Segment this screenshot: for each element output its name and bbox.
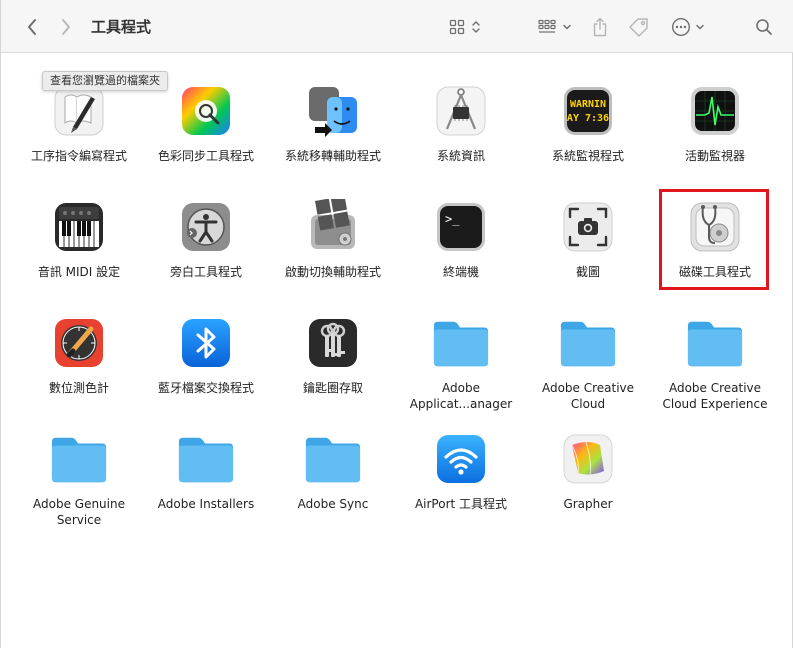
- list-item[interactable]: AirPort 工具程式: [397, 430, 525, 512]
- list-item[interactable]: 音訊 MIDI 設定: [15, 198, 143, 280]
- list-item[interactable]: WARNIN AY 7:36 系統監視程式: [524, 82, 652, 164]
- folder-icon: [432, 314, 490, 372]
- colorsync-icon: [177, 82, 235, 140]
- forward-button[interactable]: [55, 14, 77, 40]
- list-item[interactable]: 啟動切換輔助程式: [269, 198, 397, 280]
- item-label: 系統資訊: [436, 149, 485, 163]
- item-label: Adobe Installers: [157, 497, 255, 511]
- list-item[interactable]: 色彩同步工具程式: [142, 82, 270, 164]
- svg-text:WARNIN: WARNIN: [570, 99, 606, 110]
- list-item[interactable]: 系統資訊: [397, 82, 525, 164]
- toolbar: 工具程式: [1, 0, 793, 53]
- list-item[interactable]: Adobe Installers: [142, 430, 270, 512]
- digital-color-meter-icon: [50, 314, 108, 372]
- item-label: 系統監視程式: [551, 149, 624, 163]
- item-label: AirPort 工具程式: [414, 497, 508, 511]
- list-item[interactable]: Adobe Creative Cloud Experience: [651, 314, 779, 412]
- grid-view-icon: [449, 19, 465, 35]
- keychain-access-icon: [304, 314, 362, 372]
- file-grid: 查看您瀏覽過的檔案夾 工序指令編寫程式 色彩同步工具程式 系統移轉輔助程式 系統…: [2, 54, 793, 648]
- item-label: Grapher: [563, 497, 613, 511]
- item-label: 色彩同步工具程式: [157, 149, 254, 163]
- folder-icon: [50, 430, 108, 488]
- finder-window: 工具程式 查看您瀏覽過的檔案夾 工序指令編寫程式 色彩同步工具程式 系統移轉輔助…: [0, 0, 793, 648]
- list-item[interactable]: >_ 終端機: [397, 198, 525, 280]
- chevron-left-icon: [28, 19, 36, 35]
- migration-assistant-icon: [304, 82, 362, 140]
- list-item[interactable]: 旁白工具程式: [142, 198, 270, 280]
- item-label: Adobe Creative Cloud Experience: [662, 381, 768, 411]
- item-label: 旁白工具程式: [169, 265, 242, 279]
- list-item[interactable]: Grapher: [524, 430, 652, 512]
- airport-utility-icon: [432, 430, 490, 488]
- share-button[interactable]: [589, 14, 611, 40]
- tag-icon: [629, 18, 648, 37]
- bluetooth-file-exchange-icon: [177, 314, 235, 372]
- list-item[interactable]: Adobe Genuine Service: [15, 430, 143, 528]
- item-label: 終端機: [442, 265, 479, 279]
- list-item[interactable]: Adobe Sync: [269, 430, 397, 512]
- group-button[interactable]: [534, 14, 576, 40]
- boot-camp-assistant-icon: [304, 198, 362, 256]
- list-item[interactable]: Adobe Applicat...anager: [397, 314, 525, 412]
- list-item[interactable]: 鑰匙圈存取: [269, 314, 397, 396]
- item-label: 系統移轉輔助程式: [284, 149, 381, 163]
- list-item[interactable]: Adobe Creative Cloud: [524, 314, 652, 412]
- search-button[interactable]: [753, 14, 775, 40]
- search-icon: [756, 19, 772, 35]
- item-label: 工序指令編寫程式: [30, 149, 127, 163]
- screenshot-icon: [559, 198, 617, 256]
- item-label: Adobe Applicat...anager: [409, 381, 513, 411]
- chevron-updown-icon: [472, 21, 480, 33]
- list-item[interactable]: 藍牙檔案交換程式: [142, 314, 270, 396]
- item-label: 藍牙檔案交換程式: [157, 381, 254, 395]
- item-label: 啟動切換輔助程式: [284, 265, 381, 279]
- grapher-icon: [559, 430, 617, 488]
- svg-text:AY 7:36: AY 7:36: [567, 113, 609, 124]
- terminal-icon: >_: [432, 198, 490, 256]
- item-label: Adobe Sync: [297, 497, 369, 511]
- ellipsis-circle-icon: [671, 17, 691, 37]
- list-item[interactable]: 工序指令編寫程式: [15, 82, 143, 164]
- system-information-icon: [432, 82, 490, 140]
- folder-icon: [686, 314, 744, 372]
- icon-view-button[interactable]: [445, 14, 485, 40]
- audio-midi-setup-icon: [50, 198, 108, 256]
- item-label: Adobe Creative Cloud: [541, 381, 635, 411]
- item-label: 截圖: [575, 265, 600, 279]
- path-tooltip: 查看您瀏覽過的檔案夾: [42, 71, 168, 91]
- tag-button[interactable]: [625, 14, 653, 40]
- voiceover-utility-icon: [177, 198, 235, 256]
- item-label: 鑰匙圈存取: [302, 381, 363, 395]
- folder-icon: [559, 314, 617, 372]
- list-item[interactable]: 系統移轉輔助程式: [269, 82, 397, 164]
- list-item[interactable]: 活動監視器: [651, 82, 779, 164]
- svg-text:>_: >_: [445, 212, 460, 226]
- chevron-right-icon: [62, 19, 70, 35]
- share-icon: [593, 17, 607, 37]
- item-label: 音訊 MIDI 設定: [37, 265, 121, 279]
- item-label: 活動監視器: [684, 149, 745, 163]
- back-button[interactable]: [21, 14, 43, 40]
- item-label: Adobe Genuine Service: [33, 497, 125, 527]
- window-title: 工具程式: [91, 18, 152, 36]
- item-label: 數位測色計: [48, 381, 109, 395]
- folder-icon: [304, 430, 362, 488]
- selection-highlight: [659, 189, 769, 290]
- group-icon: [538, 19, 556, 33]
- chevron-down-icon: [696, 24, 704, 30]
- folder-icon: [177, 430, 235, 488]
- list-item[interactable]: 截圖: [524, 198, 652, 280]
- list-item[interactable]: 數位測色計: [15, 314, 143, 396]
- more-actions-button[interactable]: [667, 14, 709, 40]
- activity-monitor-icon: [686, 82, 744, 140]
- chevron-down-icon: [563, 24, 571, 30]
- console-icon: WARNIN AY 7:36: [559, 82, 617, 140]
